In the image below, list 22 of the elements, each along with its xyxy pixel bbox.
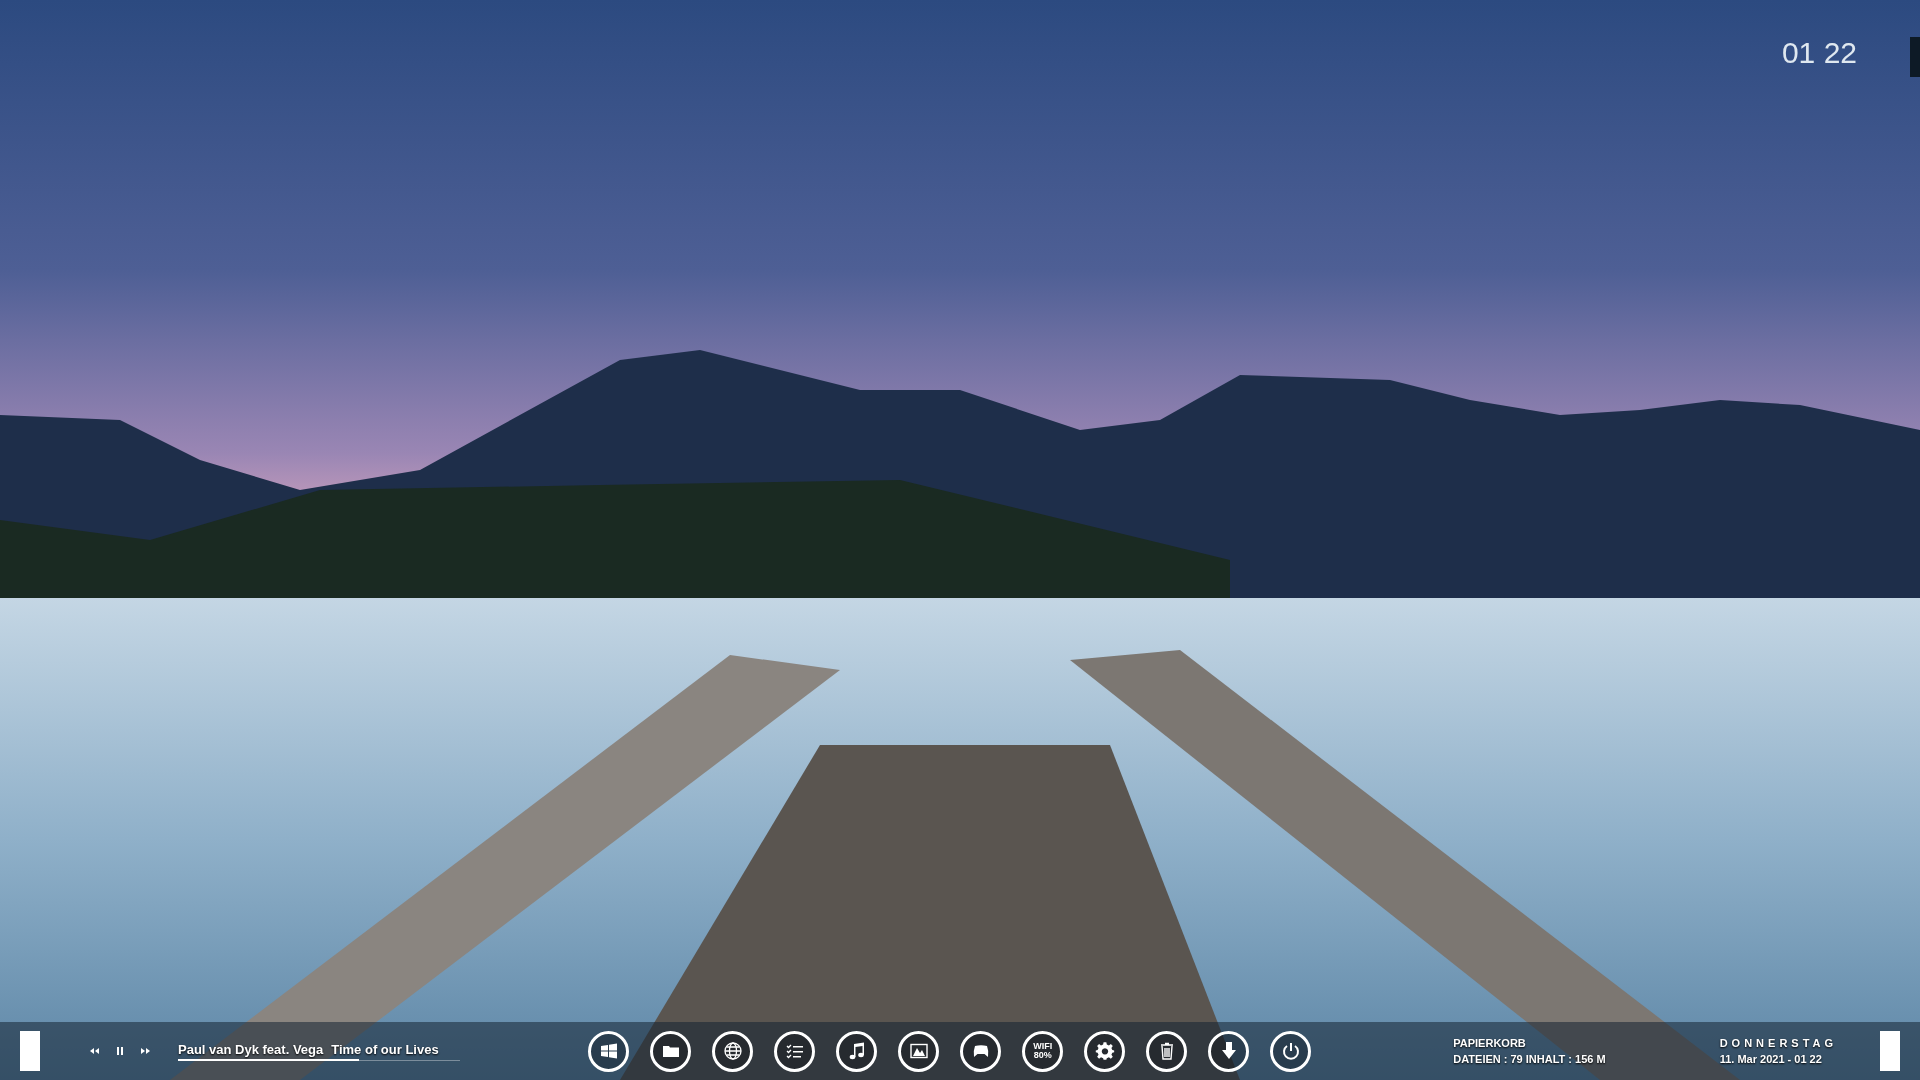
download-button[interactable] [1208, 1030, 1250, 1072]
pause-icon[interactable] [114, 1045, 126, 1057]
gamepad-button[interactable] [960, 1030, 1002, 1072]
recycle-bin-title[interactable]: PAPIERKORB [1453, 1037, 1670, 1049]
track-title: Time of our Lives [331, 1041, 439, 1057]
trash-button[interactable] [1146, 1030, 1188, 1072]
gear-button[interactable] [1084, 1030, 1126, 1072]
clock-time: 01 22 [1781, 36, 1857, 70]
globe-button[interactable] [712, 1030, 754, 1072]
picture-button[interactable] [898, 1030, 940, 1072]
weekday: DONNERSTAG [1719, 1037, 1839, 1049]
previous-icon[interactable] [88, 1045, 100, 1057]
checklist-button[interactable] [774, 1030, 816, 1072]
recycle-bin-info: DATEIEN : 79 INHALT : 156 M [1453, 1053, 1607, 1065]
windows-button[interactable] [588, 1030, 630, 1072]
track-artist: Paul van Dyk feat. Vega [178, 1041, 324, 1057]
wifi-button[interactable]: WIFI 80% [1022, 1030, 1064, 1072]
power-button[interactable] [1270, 1030, 1312, 1072]
next-icon[interactable] [140, 1045, 152, 1057]
date-time: 11. Mar 2021 - 01 22 [1719, 1053, 1823, 1065]
music-button[interactable] [836, 1030, 878, 1072]
folder-button[interactable] [650, 1030, 692, 1072]
